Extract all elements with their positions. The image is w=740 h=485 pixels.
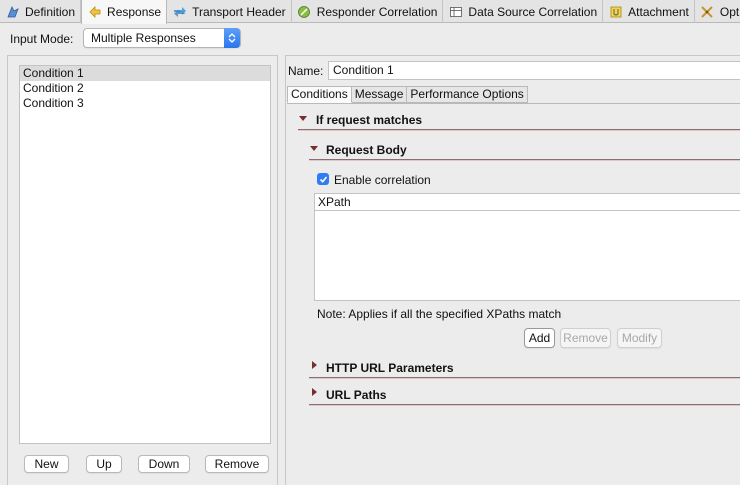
sub-tab-bar: Conditions Message Performance Options	[287, 86, 528, 103]
tab-conditions[interactable]: Conditions	[287, 86, 352, 103]
add-button[interactable]: Add	[524, 328, 555, 348]
tab-label: Options	[719, 4, 740, 19]
data-source-icon	[448, 4, 463, 19]
tab-label: Definition	[25, 4, 76, 19]
select-arrows-icon	[224, 28, 240, 48]
tab-bar: Definition Response Transport Header Res…	[0, 0, 740, 24]
section-divider	[309, 377, 740, 379]
input-mode-label: Input Mode:	[10, 32, 74, 46]
xpath-column-header: XPath	[315, 194, 740, 211]
input-mode-select[interactable]: Multiple Responses	[83, 28, 241, 48]
tab-options[interactable]: Options	[695, 0, 740, 23]
transport-header-icon	[172, 4, 187, 19]
tab-performance-options[interactable]: Performance Options	[407, 86, 528, 103]
checkmark-icon	[319, 175, 327, 183]
tab-label: Data Source Correlation	[468, 4, 598, 19]
response-icon	[87, 5, 102, 20]
collapse-triangle-icon[interactable]	[310, 146, 318, 151]
list-item[interactable]: Condition 3	[20, 96, 270, 111]
enable-correlation-checkbox[interactable]	[317, 173, 329, 185]
enable-correlation-label: Enable correlation	[334, 173, 431, 187]
down-button[interactable]: Down	[138, 455, 190, 473]
responder-correlation-icon	[297, 4, 312, 19]
name-field[interactable]: Condition 1	[328, 61, 740, 80]
section-url-paths[interactable]: URL Paths	[326, 388, 386, 402]
conditions-list[interactable]: Condition 1 Condition 2 Condition 3	[19, 65, 271, 444]
collapse-triangle-icon[interactable]	[299, 116, 307, 121]
remove-xpath-button[interactable]: Remove	[560, 328, 611, 348]
tab-response[interactable]: Response	[81, 0, 168, 24]
remove-condition-button[interactable]: Remove	[205, 455, 269, 473]
section-if-request-matches[interactable]: If request matches	[316, 113, 422, 127]
section-divider	[309, 159, 740, 161]
definition-icon	[5, 4, 20, 19]
xpath-note: Note: Applies if all the specified XPath…	[317, 307, 562, 321]
tab-label: Attachment	[628, 4, 689, 19]
modify-button[interactable]: Modify	[617, 328, 662, 348]
list-item[interactable]: Condition 1	[20, 66, 270, 81]
tab-message[interactable]: Message	[351, 86, 408, 103]
section-divider	[309, 404, 740, 406]
tab-definition[interactable]: Definition	[0, 0, 82, 23]
xpath-table[interactable]: XPath	[314, 193, 740, 301]
name-label: Name:	[288, 64, 324, 78]
expand-triangle-icon[interactable]	[312, 361, 317, 369]
tab-label: Response	[107, 5, 162, 19]
tab-transport-header[interactable]: Transport Header	[167, 0, 292, 23]
list-item[interactable]: Condition 2	[20, 81, 270, 96]
attachment-icon	[608, 4, 623, 19]
tab-data-source-correlation[interactable]: Data Source Correlation	[443, 0, 604, 23]
tab-label: Transport Header	[192, 4, 286, 19]
section-divider	[298, 129, 740, 131]
tab-responder-correlation[interactable]: Responder Correlation	[292, 0, 444, 23]
section-http-url-parameters[interactable]: HTTP URL Parameters	[326, 361, 454, 375]
options-icon	[700, 4, 715, 19]
conditions-panel: Condition 1 Condition 2 Condition 3	[7, 55, 278, 485]
expand-triangle-icon[interactable]	[312, 388, 317, 396]
tab-label: Responder Correlation	[316, 4, 438, 19]
new-button[interactable]: New	[24, 455, 69, 473]
tab-attachment[interactable]: Attachment	[603, 0, 695, 23]
input-mode-value: Multiple Responses	[91, 31, 196, 45]
section-request-body[interactable]: Request Body	[326, 143, 407, 157]
up-button[interactable]: Up	[86, 455, 122, 473]
